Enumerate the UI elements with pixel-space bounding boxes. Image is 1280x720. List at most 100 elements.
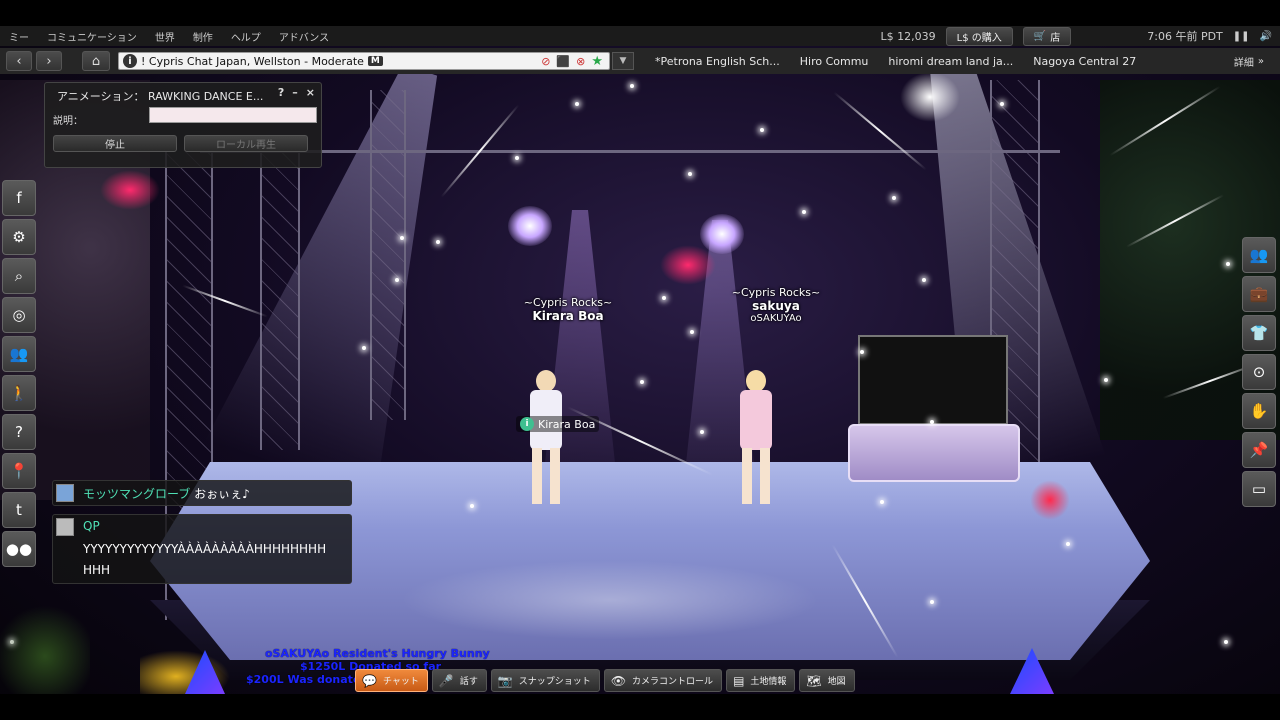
back-button[interactable]: ‹ xyxy=(6,51,32,71)
volume-icon[interactable]: 🔊 xyxy=(1260,31,1272,42)
avatar-username-label: oSAKUYAo xyxy=(750,313,802,324)
favorites-more-button[interactable]: 詳細 » xyxy=(1234,48,1264,74)
menu-advanced[interactable]: アドバンス xyxy=(270,29,338,44)
sparkle xyxy=(400,236,404,240)
cart-icon: 🛒 xyxy=(1033,30,1047,42)
menu-bar: ミー コミュニケーション 世界 制作 ヘルプ アドバンス L$ 12,039 L… xyxy=(0,26,1280,46)
avatar-name-label: Kirara Boa xyxy=(532,309,604,323)
clock: 7:06 午前 PDT xyxy=(1147,30,1223,43)
red-light xyxy=(100,170,160,210)
pause-icon[interactable]: ❚❚ xyxy=(1233,31,1250,42)
chevron-down-icon: ▼ xyxy=(619,56,627,66)
chat-button[interactable]: 💬 チャット xyxy=(355,669,428,692)
chat-sender-name[interactable]: QP xyxy=(83,519,100,533)
people-icon[interactable]: 👥 xyxy=(2,336,36,372)
preferences-icon[interactable]: ⚙ xyxy=(2,219,36,255)
truss-beam xyxy=(200,150,1060,153)
home-button[interactable]: ⌂ xyxy=(82,51,110,71)
location-pin-icon[interactable]: 📍 xyxy=(2,453,36,489)
facebook-icon[interactable]: f xyxy=(2,180,36,216)
avatar xyxy=(56,484,74,502)
shop-button[interactable]: 🛒 店 xyxy=(1022,26,1072,46)
search-icon[interactable]: ⌕ xyxy=(2,258,36,294)
balance[interactable]: L$ 12,039 xyxy=(881,30,936,43)
stage-light xyxy=(508,206,552,246)
chat-message: おぉぃぇ♪ xyxy=(194,487,250,501)
info-icon[interactable]: i xyxy=(123,54,137,68)
speak-button[interactable]: 🎤 話す xyxy=(431,669,487,692)
menu-communication[interactable]: コミュニケーション xyxy=(38,29,146,44)
chat-sender-name[interactable]: モッツマングローブ xyxy=(83,487,190,501)
avatar-kirara-boa[interactable] xyxy=(518,370,574,510)
chat-message: HHH xyxy=(83,563,111,577)
stop-button[interactable]: 停止 xyxy=(53,135,177,152)
minimize-icon[interactable]: – xyxy=(292,86,298,99)
people-icon[interactable]: 👥 xyxy=(1242,237,1276,273)
sparkle xyxy=(1066,542,1070,546)
profile-icon[interactable]: ▭ xyxy=(1242,471,1276,507)
camera-controls-button[interactable]: 👁 カメラコントロール xyxy=(603,669,723,692)
description-label: 説明： xyxy=(53,116,83,127)
inspect-tag-label: Kirara Boa xyxy=(538,417,596,431)
buy-currency-button[interactable]: L$ の購入 xyxy=(945,26,1013,46)
inspect-tag[interactable]: i Kirara Boa xyxy=(516,416,600,432)
location-dropdown-button[interactable]: ▼ xyxy=(612,52,634,70)
inventory-icon[interactable]: 💼 xyxy=(1242,276,1276,312)
twitter-icon[interactable]: t xyxy=(2,492,36,528)
favorite-item[interactable]: *Petrona English Sch... xyxy=(655,55,780,68)
land-info-button[interactable]: ▤ 土地情報 xyxy=(726,669,796,692)
sparkle xyxy=(930,420,934,424)
sparkle xyxy=(690,330,694,334)
avatar-group-label: ~Cypris Rocks~ xyxy=(523,296,613,309)
bottom-toolbar: 💬 チャット 🎤 話す 📷 スナップショット 👁 カメラコントロール ▤ 土地情… xyxy=(355,669,855,692)
local-play-button[interactable]: ローカル再生 xyxy=(184,135,308,152)
location-input[interactable]: i ! Cypris Chat Japan, Wellston - Modera… xyxy=(118,52,610,70)
help-icon[interactable]: ? xyxy=(2,414,36,450)
snapshot-label: スナップショット xyxy=(518,677,591,687)
panel-title: アニメーション： RAWKING DANCE E... xyxy=(57,90,264,103)
sparkle xyxy=(1000,102,1004,106)
flickr-icon[interactable]: ●● xyxy=(2,531,36,567)
letterbox-top xyxy=(0,0,1280,26)
grass-patch xyxy=(0,600,90,694)
sparkle xyxy=(436,240,440,244)
menu-world[interactable]: 世界 xyxy=(146,29,184,44)
avatar-sakuya[interactable] xyxy=(728,370,784,510)
appearance-icon[interactable]: 👕 xyxy=(1242,315,1276,351)
dj-booth xyxy=(848,424,1020,482)
pick-icon[interactable]: 📌 xyxy=(1242,432,1276,468)
map-button[interactable]: 🗺 地図 xyxy=(799,669,855,692)
avatar-group-label: ~Cypris Rocks~ xyxy=(731,286,821,299)
favorite-item[interactable]: hiromi dream land ja... xyxy=(888,55,1013,68)
sparkle xyxy=(395,278,399,282)
sparkle xyxy=(662,296,666,300)
menu-help[interactable]: ヘルプ xyxy=(222,29,270,44)
chat-toast[interactable]: QP YYYYYYYYYYYYYÀÀÀÀÀÀÀÀÀHHHHHHHH HHH xyxy=(52,514,352,584)
gestures-icon[interactable]: ✋ xyxy=(1242,393,1276,429)
close-icon[interactable]: × xyxy=(306,86,315,99)
sparkle xyxy=(1226,262,1230,266)
help-icon[interactable]: ? xyxy=(278,86,284,99)
places-icon[interactable]: ⊙ xyxy=(1242,354,1276,390)
map-icon: 🗺 xyxy=(806,673,822,688)
walk-icon[interactable]: 🚶 xyxy=(2,375,36,411)
script-icon: ⬛ xyxy=(556,54,571,68)
favorite-star-icon[interactable]: ★ xyxy=(591,54,603,69)
no-currency-icon: ⊘ xyxy=(541,54,551,68)
radar-icon[interactable]: ◎ xyxy=(2,297,36,333)
favorite-item[interactable]: Hiro Commu xyxy=(800,55,869,68)
sparkle xyxy=(760,128,764,132)
red-light xyxy=(1030,480,1070,520)
favorites-bar: *Petrona English Sch... Hiro Commu hirom… xyxy=(655,48,1136,74)
forward-button[interactable]: › xyxy=(36,51,62,71)
menu-me[interactable]: ミー xyxy=(0,29,38,44)
right-sidebar: 👥 💼 👕 ⊙ ✋ 📌 ▭ xyxy=(1242,237,1278,507)
favorite-item[interactable]: Nagoya Central 27 xyxy=(1033,55,1136,68)
snapshot-button[interactable]: 📷 スナップショット xyxy=(490,669,600,692)
menu-build[interactable]: 制作 xyxy=(184,29,222,44)
eye-icon: 👁 xyxy=(610,673,627,688)
chat-toast[interactable]: モッツマングローブ おぉぃぇ♪ xyxy=(52,480,352,506)
sparkle xyxy=(892,196,896,200)
description-field[interactable] xyxy=(149,107,317,123)
left-sidebar: f ⚙ ⌕ ◎ 👥 🚶 ? 📍 t ●● xyxy=(2,180,38,567)
